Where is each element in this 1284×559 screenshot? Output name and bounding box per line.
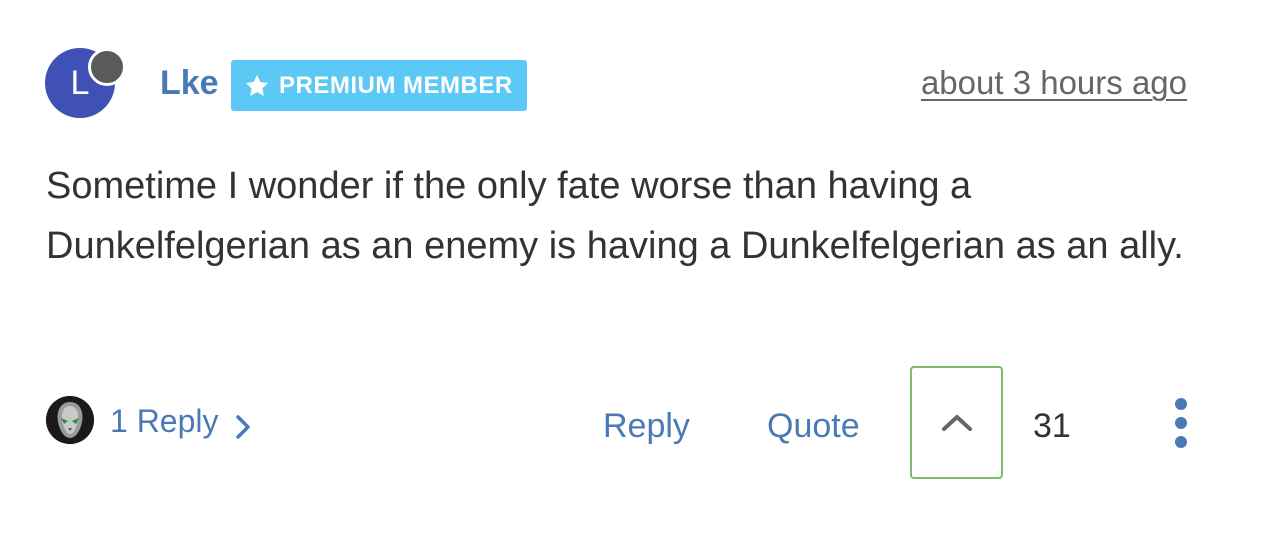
upvote-button[interactable] (910, 366, 1003, 479)
replies-label: 1 Reply (110, 403, 219, 439)
more-options-button[interactable] (1166, 398, 1196, 448)
premium-member-badge: PREMIUM MEMBER (231, 60, 527, 111)
chevron-up-icon (941, 414, 972, 431)
view-replies-link[interactable]: 1 Reply (110, 400, 251, 442)
author-name[interactable]: Lke (160, 62, 219, 104)
more-vertical-icon-dot (1175, 436, 1187, 448)
badge-label: PREMIUM MEMBER (279, 71, 513, 99)
vote-count: 31 (1033, 407, 1071, 445)
star-icon (243, 72, 271, 100)
comment-body: Sometime I wonder if the only fate worse… (46, 165, 1184, 267)
comment-timestamp-link[interactable]: about 3 hours ago (921, 62, 1187, 104)
presence-indicator (88, 48, 126, 86)
author-initial: L (70, 64, 90, 102)
chevron-right-icon (235, 408, 251, 439)
replier-avatar[interactable] (46, 396, 94, 444)
more-vertical-icon (1175, 398, 1187, 410)
quote-button[interactable]: Quote (767, 405, 860, 447)
alien-face-icon (46, 396, 94, 444)
more-vertical-icon-dot (1175, 417, 1187, 429)
comment-card: L Lke PREMIUM MEMBER about 3 hours ago S… (0, 0, 1284, 559)
reply-button[interactable]: Reply (603, 405, 690, 447)
